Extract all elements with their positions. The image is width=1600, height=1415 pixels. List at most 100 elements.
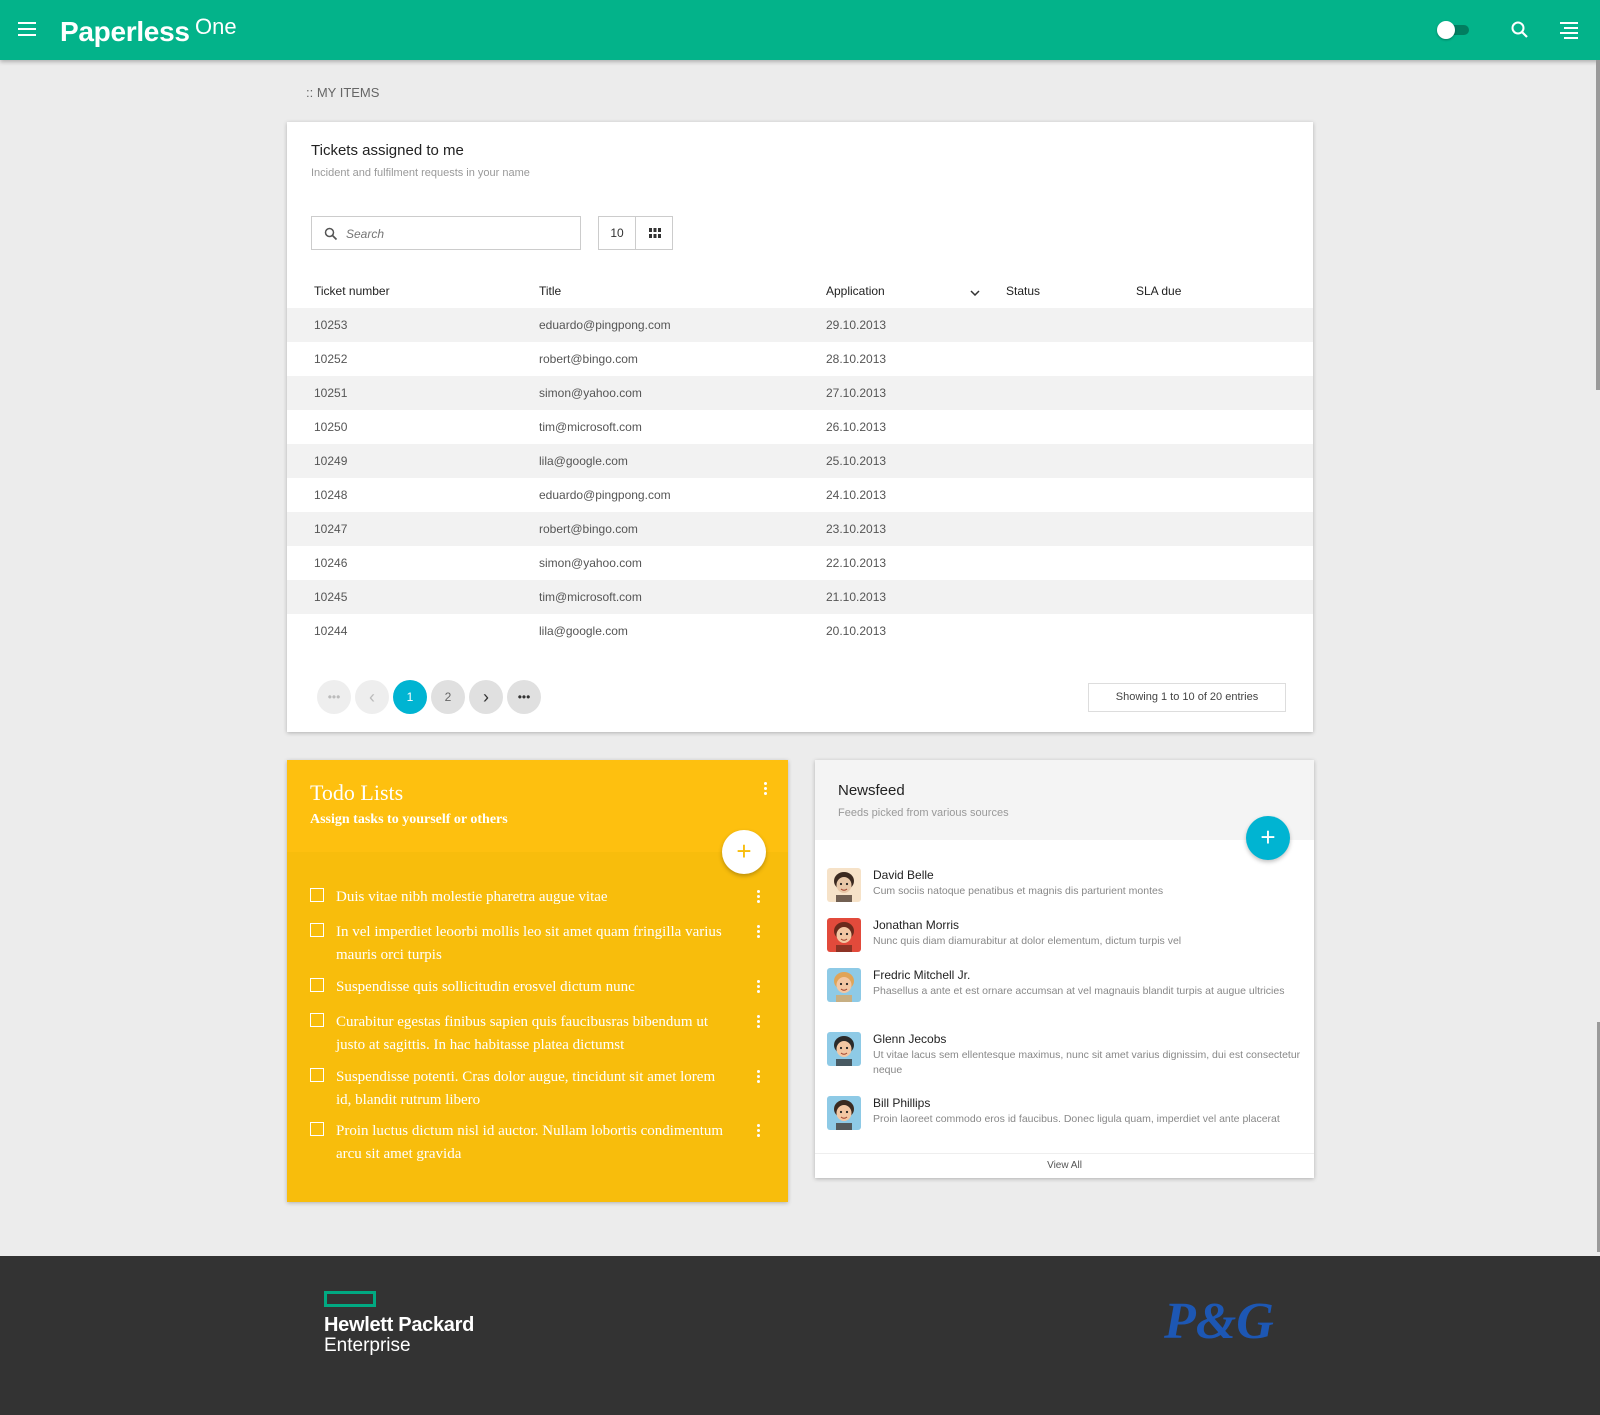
breadcrumb: :: MY ITEMS — [306, 85, 380, 100]
theme-toggle[interactable] — [1437, 21, 1471, 39]
cell-sla — [1109, 614, 1313, 648]
cell-sla — [1109, 580, 1313, 614]
cell-application: 28.10.2013 — [826, 352, 887, 366]
table-row[interactable]: 10248 eduardo@pingpong.com 24.10.2013 — [287, 478, 1313, 512]
more-vert-icon[interactable] — [755, 1124, 761, 1140]
cell-status — [979, 546, 1109, 580]
cell-application: 24.10.2013 — [826, 488, 887, 502]
top-app-bar: Paperless One — [0, 0, 1600, 60]
brand-title[interactable]: Paperless — [60, 16, 190, 48]
more-vert-icon[interactable] — [755, 925, 761, 941]
cell-application: 20.10.2013 — [826, 624, 887, 638]
page-button-2[interactable]: 2 — [431, 680, 465, 714]
cell-status — [979, 512, 1109, 546]
hamburger-menu-icon[interactable] — [18, 22, 36, 36]
table-row[interactable]: 10250 tim@microsoft.com 26.10.2013 — [287, 410, 1313, 444]
cell-sla — [1109, 444, 1313, 478]
brand-superscript: One — [195, 14, 237, 39]
column-header[interactable]: Title — [512, 274, 799, 308]
feed-author: Glenn Jecobs — [873, 1032, 947, 1046]
feed-message: Nunc quis diam diamurabitur at dolor ele… — [873, 935, 1182, 947]
todo-checkbox[interactable] — [310, 923, 324, 937]
feed-author: Fredric Mitchell Jr. — [873, 968, 971, 982]
newsfeed-card: Newsfeed Feeds picked from various sourc… — [815, 760, 1314, 1178]
cell-status — [979, 580, 1109, 614]
feed-message: Proin laoreet commodo eros id faucibus. … — [873, 1113, 1280, 1125]
cell-title: robert@bingo.com — [512, 512, 799, 546]
todo-header: Todo Lists Assign tasks to yourself or o… — [287, 760, 788, 852]
cell-application: 29.10.2013 — [799, 308, 979, 342]
add-todo-button[interactable]: + — [722, 830, 766, 874]
hpe-logo-text: Enterprise — [324, 1335, 411, 1356]
cell-application: 25.10.2013 — [799, 444, 979, 478]
more-vert-icon[interactable] — [755, 1015, 761, 1031]
column-header-application[interactable]: Application — [799, 274, 979, 308]
cell-status — [979, 410, 1109, 444]
tickets-card: Tickets assigned to me Incident and fulf… — [287, 122, 1313, 732]
more-vert-icon[interactable] — [762, 782, 768, 798]
page-length-select[interactable]: 10 — [598, 216, 636, 250]
table-row[interactable]: 10252 robert@bingo.com 28.10.2013 — [287, 342, 1313, 376]
search-input[interactable] — [346, 224, 566, 244]
cell-number: 10245 — [287, 580, 512, 614]
cell-sla — [1109, 478, 1313, 512]
table-header-row: Ticket number Title Application Status S… — [287, 274, 1313, 308]
cell-title: tim@microsoft.com — [512, 580, 799, 614]
hpe-logo: Hewlett Packard Enterprise — [324, 1291, 474, 1357]
cell-status — [979, 444, 1109, 478]
cell-title: robert@bingo.com — [539, 352, 638, 366]
column-header-status[interactable]: Status — [970, 274, 1109, 308]
column-header[interactable]: SLA due — [1109, 274, 1313, 308]
cell-number: 10248 — [314, 488, 348, 502]
add-feed-button[interactable]: + — [1246, 816, 1290, 860]
todo-checkbox[interactable] — [310, 978, 324, 992]
scrollbar-thumb[interactable] — [1596, 60, 1600, 390]
todo-card: Todo Lists Assign tasks to yourself or o… — [287, 760, 788, 1202]
prev-page-button[interactable]: ‹ — [355, 680, 389, 714]
table-row[interactable]: 10244 lila@google.com 20.10.2013 — [287, 614, 1313, 648]
view-all-link[interactable]: View All — [815, 1153, 1314, 1178]
table-search[interactable] — [311, 216, 581, 250]
avatar — [827, 1096, 861, 1130]
cell-title: simon@yahoo.com — [512, 376, 799, 410]
cell-title: simon@yahoo.com — [539, 556, 642, 570]
todo-subtitle: Assign tasks to yourself or others — [310, 812, 508, 827]
more-vert-icon[interactable] — [755, 980, 761, 996]
column-header[interactable]: Ticket number — [287, 274, 512, 308]
todo-checkbox[interactable] — [310, 888, 324, 902]
table-row[interactable]: 10246 simon@yahoo.com 22.10.2013 — [287, 546, 1313, 580]
right-menu-icon[interactable] — [1560, 22, 1578, 39]
column-visibility-button[interactable] — [635, 216, 673, 250]
newsfeed-title: Newsfeed — [838, 782, 905, 799]
cell-number: 10247 — [287, 512, 512, 546]
todo-checkbox[interactable] — [310, 1013, 324, 1027]
footer: Hewlett Packard Enterprise P&G — [0, 1256, 1600, 1415]
feed-message: Ut vitae lacus sem ellentesque maximus, … — [873, 1049, 1301, 1076]
cell-sla — [1109, 410, 1313, 444]
todo-checkbox[interactable] — [310, 1068, 324, 1082]
table-row[interactable]: 10247 robert@bingo.com 23.10.2013 — [287, 512, 1313, 546]
cell-number: 10250 — [314, 420, 348, 434]
page-button-1[interactable]: 1 — [393, 680, 427, 714]
next-page-button[interactable]: › — [469, 680, 503, 714]
last-page-button[interactable]: ••• — [507, 680, 541, 714]
hpe-logo-text: Hewlett Packard — [324, 1314, 475, 1336]
cell-sla — [1109, 546, 1313, 580]
cell-title: eduardo@pingpong.com — [512, 308, 799, 342]
todo-checkbox[interactable] — [310, 1122, 324, 1136]
tickets-table: Ticket number Title Application Status S… — [287, 274, 1313, 648]
table-row[interactable]: 10249 lila@google.com 25.10.2013 — [287, 444, 1313, 478]
more-vert-icon[interactable] — [755, 890, 761, 906]
avatar — [827, 868, 861, 902]
more-vert-icon[interactable] — [755, 1070, 761, 1086]
table-row[interactable]: 10245 tim@microsoft.com 21.10.2013 — [287, 580, 1313, 614]
first-page-button[interactable]: ••• — [317, 680, 351, 714]
sort-chevron-down-icon[interactable] — [970, 290, 980, 297]
todo-text: Suspendisse potenti. Cras dolor augue, t… — [336, 1069, 716, 1108]
todo-text: Suspendisse quis sollicitudin erosvel di… — [336, 979, 635, 995]
table-row[interactable]: 10251 simon@yahoo.com 27.10.2013 — [287, 376, 1313, 410]
column-header-label: Application — [826, 284, 885, 298]
table-row[interactable]: 10253 eduardo@pingpong.com 29.10.2013 — [287, 308, 1313, 342]
search-icon[interactable] — [1510, 20, 1530, 40]
todo-text: Proin luctus dictum nisl id auctor. Null… — [336, 1123, 724, 1162]
